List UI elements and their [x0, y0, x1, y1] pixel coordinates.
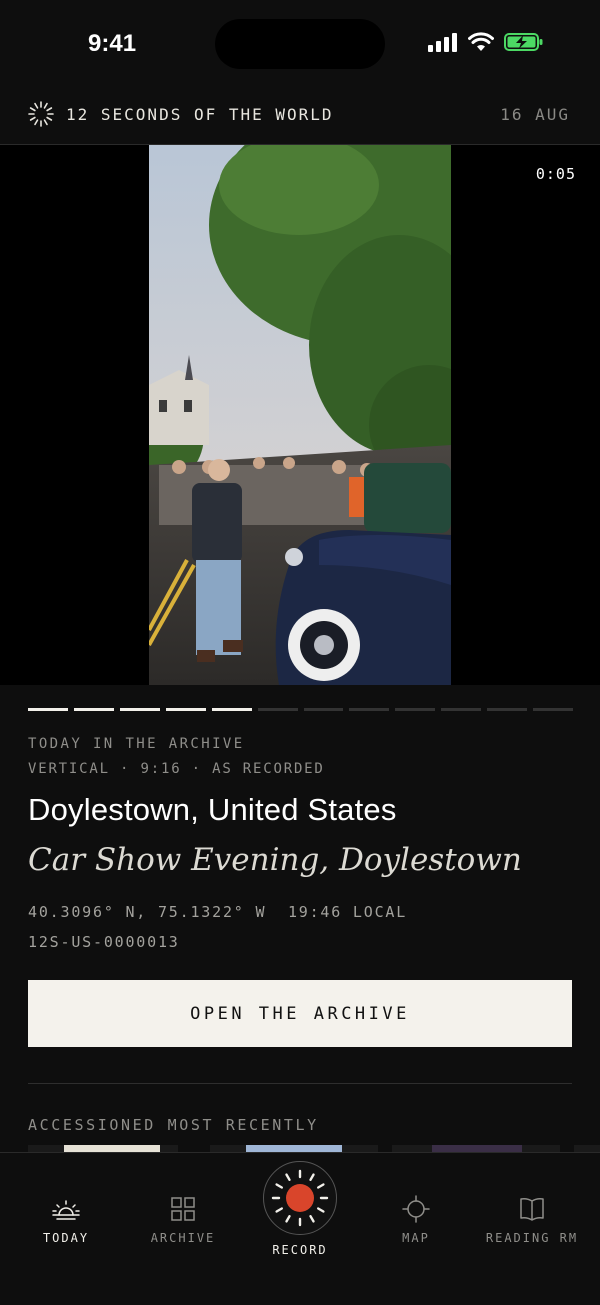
- progress-segment: [165, 708, 206, 711]
- tab-label: ARCHIVE: [150, 1231, 216, 1245]
- open-archive-button[interactable]: OPEN THE ARCHIVE: [28, 980, 572, 1047]
- progress-segment: [211, 708, 252, 711]
- status-time: 9:41: [88, 30, 137, 57]
- progress-segment: [257, 708, 298, 711]
- video-timer: 0:05: [535, 165, 576, 183]
- status-bar: 9:41: [0, 0, 600, 90]
- progress-segment: [395, 708, 436, 711]
- grid-icon: [171, 1197, 195, 1221]
- section-divider: [28, 1083, 572, 1084]
- video-frame[interactable]: [149, 145, 451, 685]
- record-icon: [271, 1169, 329, 1227]
- tab-today[interactable]: TODAY: [6, 1195, 126, 1245]
- tab-label: MAP: [402, 1231, 430, 1245]
- wifi-icon: [468, 32, 494, 51]
- tab-label: RECORD: [272, 1243, 328, 1257]
- archive-eyebrow: TODAY IN THE ARCHIVE: [28, 736, 245, 752]
- app-title: 12 SECONDS OF THE WORLD: [66, 104, 334, 124]
- tab-bar: TODAY ARCHIVE RECORD MAP READING RM: [0, 1152, 600, 1305]
- clip-progress: [28, 708, 574, 711]
- progress-segment: [73, 708, 114, 711]
- recent-label: ACCESSIONED MOST RECENTLY: [28, 1116, 319, 1134]
- header-date: 16 AUG: [500, 105, 570, 124]
- clip-subtitle: Car Show Evening, Doylestown: [28, 842, 522, 878]
- tab-reading-room[interactable]: READING RM: [472, 1195, 592, 1245]
- progress-segment: [349, 708, 390, 711]
- tab-map[interactable]: MAP: [356, 1195, 476, 1245]
- place-title: Doylestown, United States: [28, 792, 397, 827]
- tab-record[interactable]: RECORD: [240, 1161, 360, 1257]
- progress-segment: [533, 708, 574, 711]
- sunrise-icon: [52, 1200, 80, 1220]
- tab-label: TODAY: [42, 1231, 90, 1245]
- battery-charging-icon: [504, 33, 543, 51]
- progress-segment: [119, 708, 160, 711]
- app-header: 12 SECONDS OF THE WORLD 16 AUG: [0, 90, 600, 145]
- cellular-signal-icon: [428, 33, 457, 52]
- progress-segment: [441, 708, 482, 711]
- progress-segment: [303, 708, 344, 711]
- brand: 12 SECONDS OF THE WORLD: [28, 101, 334, 127]
- tab-label: READING RM: [485, 1231, 579, 1245]
- progress-segment: [487, 708, 528, 711]
- dynamic-island: [215, 19, 385, 69]
- video-player[interactable]: 0:05: [0, 145, 600, 685]
- progress-segment: [28, 708, 68, 711]
- archive-code: 12S-US-0000013: [28, 933, 180, 951]
- book-icon: [520, 1198, 544, 1221]
- video-still-image: [149, 145, 451, 685]
- tab-archive[interactable]: ARCHIVE: [123, 1195, 243, 1245]
- crosshair-icon: [402, 1195, 430, 1223]
- record-button[interactable]: [263, 1161, 337, 1235]
- coordinates: 40.3096° N, 75.1322° W 19:46 LOCAL: [28, 903, 408, 921]
- status-icons: [428, 32, 544, 52]
- clip-meta: VERTICAL · 9:16 · AS RECORDED: [28, 761, 325, 777]
- sunburst-logo-icon: [28, 101, 54, 127]
